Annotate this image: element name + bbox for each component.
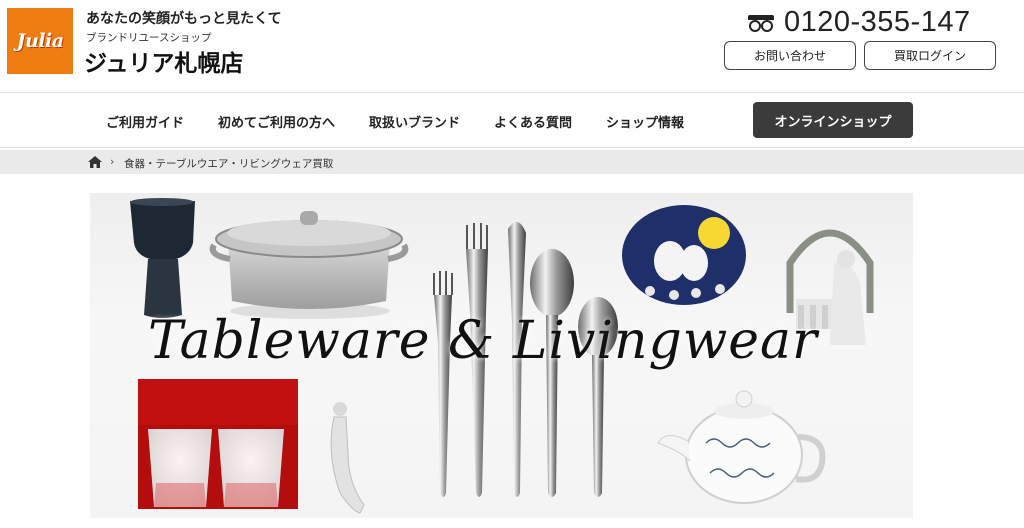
contact-button[interactable]: お問い合わせ <box>724 41 856 70</box>
phone-number[interactable]: 0120-355-147 <box>784 6 971 39</box>
nav-item-guide[interactable]: ご利用ガイド <box>106 112 184 131</box>
breadcrumb-current: 食器・テーブルウエア・リビングウェア買取 <box>124 158 334 170</box>
main-nav: ご利用ガイド 初めてご利用の方へ 取扱いブランド よくある質問 ショップ情報 オ… <box>0 92 1024 148</box>
home-icon[interactable] <box>88 156 102 168</box>
shop-type: ブランドリユースショップ <box>86 32 212 44</box>
cocotte-pot-icon <box>209 211 409 319</box>
glass-figurine-icon <box>330 402 365 514</box>
free-dial-icon <box>748 14 774 32</box>
logo-text: Julia <box>16 30 64 52</box>
nav-item-faq[interactable]: よくある質問 <box>494 112 572 131</box>
breadcrumb: › 食器・テーブルウエア・リビングウェア買取 <box>0 150 1024 174</box>
online-shop-button[interactable]: オンラインショップ <box>753 102 913 138</box>
julia-logo[interactable]: Julia <box>7 8 73 74</box>
baccarat-glasses-icon <box>138 379 298 509</box>
teapot-icon <box>657 390 826 504</box>
chevron-right-icon: › <box>110 155 115 168</box>
purchase-login-button[interactable]: 買取ログイン <box>864 41 996 70</box>
hero-title: Tableware & Livingwear <box>148 311 818 371</box>
nav-item-shop-info[interactable]: ショップ情報 <box>606 112 684 131</box>
nav-item-brands[interactable]: 取扱いブランド <box>369 112 460 131</box>
nav-item-first-time[interactable]: 初めてご利用の方へ <box>218 112 335 131</box>
moomin-plate-icon <box>622 205 746 305</box>
site-header: Julia あなたの笑顔がもっと見たくて ブランドリユースショップ ジュリア札幌… <box>0 0 1024 92</box>
tagline: あなたの笑顔がもっと見たくて <box>86 11 282 27</box>
hero-banner: Tableware & Livingwear <box>90 193 913 518</box>
vase-icon <box>130 198 195 318</box>
shop-name[interactable]: ジュリア札幌店 <box>84 44 243 78</box>
phone-contact[interactable]: 0120-355-147 <box>748 6 971 39</box>
